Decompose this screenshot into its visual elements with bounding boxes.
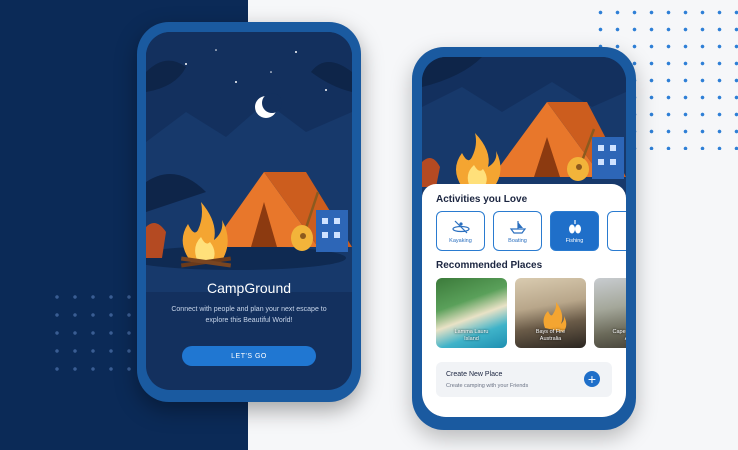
kayak-icon [451,220,470,233]
activity-boating[interactable]: Boating [493,211,542,251]
cabin-icon [592,137,624,179]
welcome-phone: CampGround Connect with people and plan … [137,22,361,402]
activities-title: Activities you Love [436,194,528,205]
boat-icon [509,220,526,234]
activity-more[interactable] [607,211,626,251]
app-title: CampGround [206,280,292,296]
place-name: Cape Kamera Al... [612,329,626,342]
fish-icon [568,219,581,233]
cabin-icon [316,210,348,252]
activity-label: Kayaking [449,237,472,244]
decorative-dots-bottom [48,288,138,380]
recommended-title: Recommended Places [436,260,543,271]
recommended-places-list: Lamma Lauru Island Bays of Fire Australi… [436,278,626,348]
place-card[interactable]: Lamma Lauru Island [436,278,507,348]
home-content-sheet: Activities you Love Kayaking Boating Fis… [422,184,626,417]
lets-go-button[interactable]: LET'S GO [182,346,316,366]
activity-kayaking[interactable]: Kayaking [436,211,485,251]
place-name: Bays of Fire Australia [535,329,566,342]
place-name: Lamma Lauru Island [454,329,489,342]
create-subtitle: Create camping with your Friends [446,383,529,389]
activity-label: Boating [508,237,527,244]
home-phone: Activities you Love Kayaking Boating Fis… [412,47,636,430]
place-card[interactable]: Cape Kamera Al... [594,278,626,348]
activity-fishing[interactable]: Fishing [550,211,599,251]
create-title: Create New Place [446,371,503,378]
camping-header-illustration [422,57,626,197]
plus-icon[interactable]: + [584,371,600,387]
activity-label: Fishing [565,237,584,244]
place-card[interactable]: Bays of Fire Australia [515,278,586,348]
activities-list: Kayaking Boating Fishing [436,211,626,251]
camping-night-illustration [146,32,352,292]
welcome-subtitle: Connect with people and plan your next e… [171,306,327,324]
create-new-place-card[interactable]: Create New Place Create camping with you… [436,362,612,397]
home-screen: Activities you Love Kayaking Boating Fis… [422,57,626,417]
welcome-screen: CampGround Connect with people and plan … [146,32,352,390]
